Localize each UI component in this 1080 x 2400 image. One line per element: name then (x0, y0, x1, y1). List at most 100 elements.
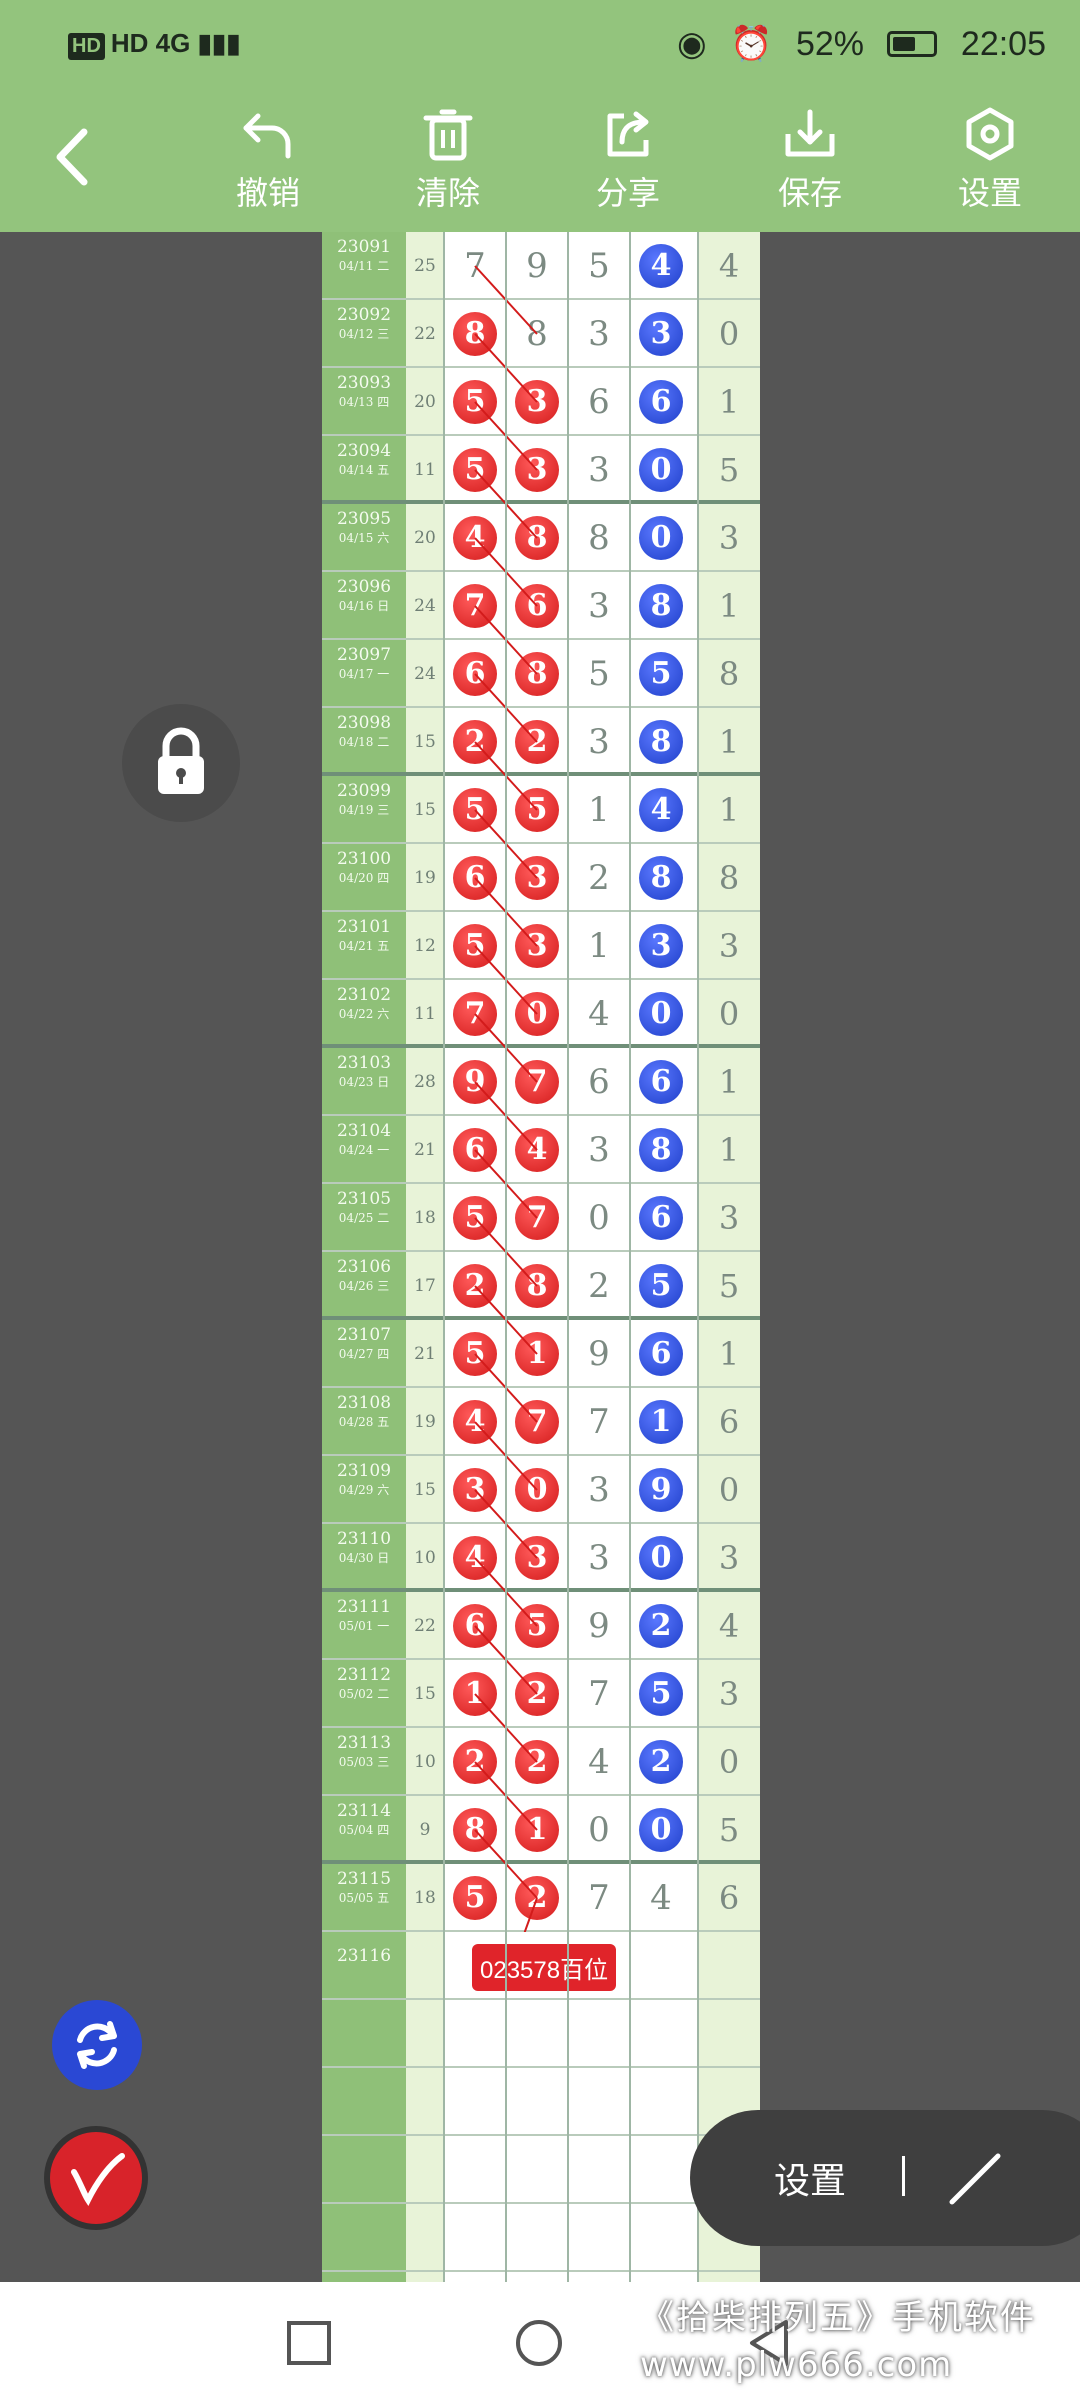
digit-cell[interactable]: 2 (568, 1252, 630, 1320)
digit-cell[interactable]: 3 (698, 504, 760, 572)
digit-cell[interactable]: 2 (444, 1252, 506, 1320)
digit-cell[interactable]: 0 (698, 980, 760, 1048)
digit-cell[interactable]: 6 (630, 1320, 692, 1388)
digit-cell[interactable]: 3 (506, 368, 568, 436)
digit-cell[interactable]: 1 (506, 1320, 568, 1388)
clear-button[interactable]: 清除 (388, 104, 508, 214)
digit-cell[interactable]: 0 (698, 1456, 760, 1524)
digit-cell[interactable]: 5 (698, 1252, 760, 1320)
digit-cell[interactable]: 2 (506, 708, 568, 776)
digit-cell[interactable]: 6 (444, 844, 506, 912)
empty-row[interactable] (322, 2000, 760, 2068)
digit-cell[interactable]: 3 (506, 436, 568, 504)
digit-cell[interactable]: 3 (568, 708, 630, 776)
digit-cell[interactable]: 1 (698, 776, 760, 844)
digit-cell[interactable]: 4 (630, 232, 692, 300)
digit-cell[interactable]: 0 (568, 1184, 630, 1252)
digit-cell[interactable]: 4 (568, 1728, 630, 1796)
digit-cell[interactable]: 7 (506, 1388, 568, 1456)
digit-cell[interactable]: 2 (444, 1728, 506, 1796)
digit-cell[interactable]: 1 (698, 708, 760, 776)
refresh-button[interactable] (52, 2000, 142, 2090)
digit-cell[interactable]: 5 (444, 1184, 506, 1252)
empty-row[interactable] (322, 2204, 760, 2272)
pen-button[interactable] (44, 2126, 148, 2230)
digit-cell[interactable]: 3 (568, 1116, 630, 1184)
digit-cell[interactable]: 6 (568, 368, 630, 436)
digit-cell[interactable]: 5 (698, 436, 760, 504)
digit-cell[interactable]: 7 (506, 1048, 568, 1116)
digit-cell[interactable]: 9 (630, 1456, 692, 1524)
digit-cell[interactable]: 1 (444, 1660, 506, 1728)
digit-cell[interactable]: 0 (698, 300, 760, 368)
save-button[interactable]: 保存 (750, 104, 870, 214)
digit-cell[interactable]: 3 (506, 912, 568, 980)
digit-cell[interactable]: 8 (444, 1796, 506, 1864)
digit-cell[interactable]: 5 (698, 1796, 760, 1864)
digit-cell[interactable]: 6 (506, 572, 568, 640)
digit-cell[interactable]: 6 (630, 1184, 692, 1252)
lock-button[interactable] (122, 704, 240, 822)
digit-cell[interactable]: 4 (568, 980, 630, 1048)
digit-cell[interactable]: 6 (698, 1388, 760, 1456)
digit-cell[interactable]: 3 (630, 300, 692, 368)
digit-cell[interactable]: 6 (444, 1116, 506, 1184)
digit-cell[interactable]: 8 (506, 1252, 568, 1320)
digit-cell[interactable]: 8 (630, 844, 692, 912)
home-icon[interactable] (514, 2318, 564, 2368)
lottery-grid[interactable]: 23091 04/11 二 25 7 9 5 4 4 23092 04/12 三 22 8 8 3 3 0 23… (322, 232, 760, 2282)
digit-cell[interactable]: 9 (568, 1592, 630, 1660)
digit-cell[interactable]: 3 (698, 1660, 760, 1728)
digit-cell[interactable]: 4 (698, 1592, 760, 1660)
digit-cell[interactable]: 0 (698, 1728, 760, 1796)
digit-cell[interactable]: 7 (444, 980, 506, 1048)
digit-cell[interactable]: 2 (506, 1660, 568, 1728)
digit-cell[interactable]: 7 (568, 1388, 630, 1456)
digit-cell[interactable]: 5 (506, 776, 568, 844)
empty-row[interactable] (322, 2068, 760, 2136)
digit-cell[interactable]: 0 (630, 436, 692, 504)
digit-cell[interactable]: 4 (444, 504, 506, 572)
settings-button[interactable]: 设置 (930, 104, 1050, 214)
digit-cell[interactable]: 1 (698, 1048, 760, 1116)
digit-cell[interactable]: 6 (568, 1048, 630, 1116)
digit-cell[interactable]: 7 (568, 1864, 630, 1932)
digit-cell[interactable]: 8 (568, 504, 630, 572)
digit-cell[interactable]: 5 (444, 1864, 506, 1932)
digit-cell[interactable]: 1 (698, 368, 760, 436)
digit-cell[interactable]: 5 (444, 368, 506, 436)
digit-cell[interactable]: 0 (630, 1796, 692, 1864)
digit-cell[interactable]: 3 (630, 912, 692, 980)
digit-cell[interactable]: 3 (568, 300, 630, 368)
share-button[interactable]: 分享 (568, 104, 688, 214)
digit-cell[interactable]: 2 (444, 708, 506, 776)
digit-cell[interactable]: 5 (630, 640, 692, 708)
line-tool-icon[interactable] (940, 2144, 1010, 2214)
digit-cell[interactable]: 5 (568, 232, 630, 300)
digit-cell[interactable]: 8 (630, 1116, 692, 1184)
back-button[interactable] (44, 122, 104, 192)
digit-cell[interactable]: 6 (444, 1592, 506, 1660)
digit-cell[interactable]: 8 (698, 844, 760, 912)
digit-cell[interactable]: 9 (444, 1048, 506, 1116)
digit-cell[interactable]: 8 (506, 504, 568, 572)
digit-cell[interactable]: 3 (506, 844, 568, 912)
digit-cell[interactable]: 5 (444, 1320, 506, 1388)
digit-cell[interactable]: 1 (506, 1796, 568, 1864)
digit-cell[interactable]: 0 (630, 504, 692, 572)
digit-cell[interactable]: 5 (444, 436, 506, 504)
digit-cell[interactable]: 4 (506, 1116, 568, 1184)
digit-cell[interactable]: 1 (698, 572, 760, 640)
recents-icon[interactable] (286, 2320, 332, 2366)
digit-cell[interactable]: 0 (506, 1456, 568, 1524)
digit-cell[interactable]: 8 (506, 300, 568, 368)
digit-cell[interactable]: 3 (698, 1524, 760, 1592)
prediction-badge[interactable]: 023578百位 (472, 1944, 617, 1991)
digit-cell[interactable]: 3 (568, 436, 630, 504)
digit-cell[interactable]: 8 (444, 300, 506, 368)
digit-cell[interactable]: 7 (568, 1660, 630, 1728)
digit-cell[interactable]: 7 (506, 1184, 568, 1252)
digit-cell[interactable]: 3 (444, 1456, 506, 1524)
digit-cell[interactable]: 0 (568, 1796, 630, 1864)
digit-cell[interactable]: 1 (568, 912, 630, 980)
